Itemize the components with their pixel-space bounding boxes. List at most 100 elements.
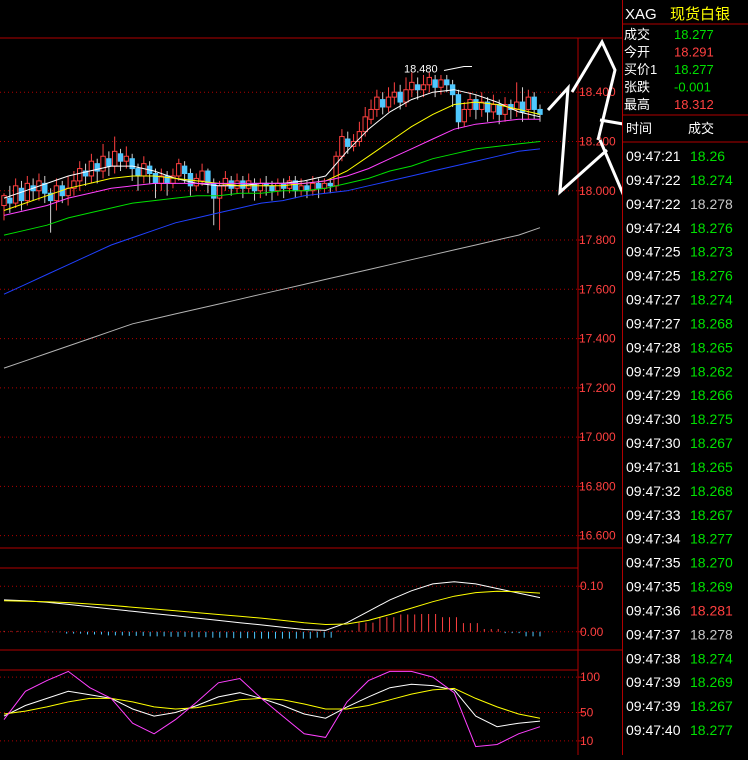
tick-time: 09:47:40 — [626, 722, 681, 738]
tick-price: 18.274 — [690, 292, 733, 308]
candle-body — [374, 96, 380, 110]
trading-terminal: 18.400 18.200 18.000 17.800 17.600 17.400 17.2… — [0, 0, 748, 755]
candle-body — [181, 165, 188, 175]
quote-panel: XAG 现货白银 成交 18.277 今开 18.291 买价1 18.277 张跌 -0.001… — [622, 0, 748, 755]
tick-time: 09:47:24 — [626, 220, 681, 236]
candle-body — [438, 79, 444, 88]
y-tick-label: 17.400 — [579, 332, 616, 346]
candle-body — [216, 185, 223, 199]
candle-body — [7, 197, 13, 204]
candle-body — [24, 182, 31, 202]
high-price-leader — [443, 65, 472, 71]
tick-time: 09:47:25 — [626, 244, 681, 260]
candle-body — [496, 104, 502, 115]
quote-value: -0.001 — [674, 80, 711, 95]
tick-price: 18.265 — [690, 339, 733, 355]
tick-list[interactable]: XAG 现货白银成交 18.277 今开 18.291 买价1 18.277 张跌 -0.001… — [622, 0, 748, 755]
tick-time: 09:47:30 — [626, 435, 681, 451]
quote-label: 成交 — [624, 27, 650, 42]
tick-price: 18.268 — [690, 483, 733, 499]
tick-price: 18.265 — [690, 459, 733, 475]
macd-dif-line — [3, 581, 541, 631]
candle-body — [368, 108, 374, 120]
candle-body — [339, 136, 345, 157]
candle-body — [432, 79, 438, 88]
y-tick-label: 100 — [580, 670, 600, 684]
tick-price: 18.278 — [690, 626, 733, 642]
y-tick-label: 16.800 — [579, 479, 616, 493]
tick-price: 18.262 — [690, 363, 733, 379]
tick-price: 18.267 — [690, 698, 733, 714]
candle-body — [426, 76, 433, 86]
tick-time: 09:47:29 — [626, 387, 681, 403]
tick-header-price: 成交 — [688, 121, 714, 136]
tick-time: 09:47:22 — [626, 196, 681, 212]
candle-body — [345, 138, 351, 147]
candle-body — [420, 84, 427, 91]
y-tick-label: 0.10 — [580, 579, 604, 593]
y-tick-label: 17.000 — [579, 430, 616, 444]
candle-body — [444, 79, 450, 86]
chart-area[interactable]: 18.400 18.200 18.000 17.800 17.600 17.400 17.2… — [0, 0, 622, 755]
quote-value: 18.312 — [674, 97, 714, 112]
candle-body — [385, 96, 392, 108]
tick-header-time: 时间 — [626, 121, 652, 136]
tick-time: 09:47:29 — [626, 363, 681, 379]
candle-body — [321, 182, 328, 189]
candle-body — [327, 182, 333, 187]
y-tick-label: 18.400 — [579, 85, 616, 99]
quote-value: 18.291 — [674, 45, 714, 60]
tick-price: 18.269 — [690, 674, 733, 690]
tick-price: 18.266 — [690, 387, 733, 403]
tick-time: 09:47:32 — [626, 483, 681, 499]
y-tick-label: 17.600 — [579, 282, 616, 296]
candle-body — [473, 99, 479, 110]
candle-body — [362, 116, 368, 133]
candle-body — [152, 173, 159, 184]
tick-time: 09:47:39 — [626, 698, 681, 714]
candle-body — [397, 91, 403, 103]
tick-price: 18.275 — [690, 411, 733, 427]
kdj-d-line — [3, 687, 541, 719]
tick-price: 18.277 — [690, 722, 733, 738]
tick-time: 09:47:27 — [626, 292, 681, 308]
candle-body — [240, 180, 246, 189]
tick-price: 18.276 — [690, 220, 733, 236]
candle-body — [199, 170, 205, 182]
quote-value: 18.277 — [674, 62, 714, 77]
macd-dea-line — [3, 590, 541, 626]
quote-label: 最高 — [624, 97, 650, 112]
quote-label: 买价1 — [624, 62, 657, 77]
y-tick-label: 50 — [580, 706, 594, 720]
candle-body — [403, 89, 409, 103]
y-tick-label: 18.200 — [579, 134, 616, 148]
tick-price: 18.269 — [690, 579, 733, 595]
tick-price: 18.274 — [690, 650, 733, 666]
candle-body — [490, 104, 497, 113]
tick-price: 18.267 — [690, 507, 733, 523]
moving-average-line — [3, 118, 540, 216]
candle-body — [18, 187, 25, 202]
candle-body — [77, 168, 83, 182]
quote-value: 18.277 — [674, 27, 714, 42]
moving-average-line — [3, 227, 541, 369]
tick-price: 18.274 — [690, 172, 733, 188]
candle-body — [117, 153, 124, 162]
y-tick-label: 18.000 — [579, 184, 616, 198]
tick-time: 09:47:28 — [626, 339, 681, 355]
tick-time: 09:47:22 — [626, 172, 681, 188]
symbol-code: XAG — [625, 6, 657, 23]
tick-time: 09:47:35 — [626, 555, 681, 571]
kdj-j-line — [3, 670, 541, 748]
candle-body — [455, 94, 462, 123]
tick-price: 18.267 — [690, 435, 733, 451]
tick-time: 09:47:38 — [626, 650, 681, 666]
tick-price: 18.26 — [690, 148, 725, 164]
y-tick-label: 17.800 — [579, 233, 616, 247]
tick-price: 18.277 — [690, 531, 733, 547]
tick-time: 09:47:25 — [626, 268, 681, 284]
tick-time: 09:47:36 — [626, 602, 681, 618]
candle-body — [111, 150, 118, 167]
tick-price: 18.281 — [690, 602, 733, 618]
quote-label: 张跌 — [624, 80, 650, 95]
